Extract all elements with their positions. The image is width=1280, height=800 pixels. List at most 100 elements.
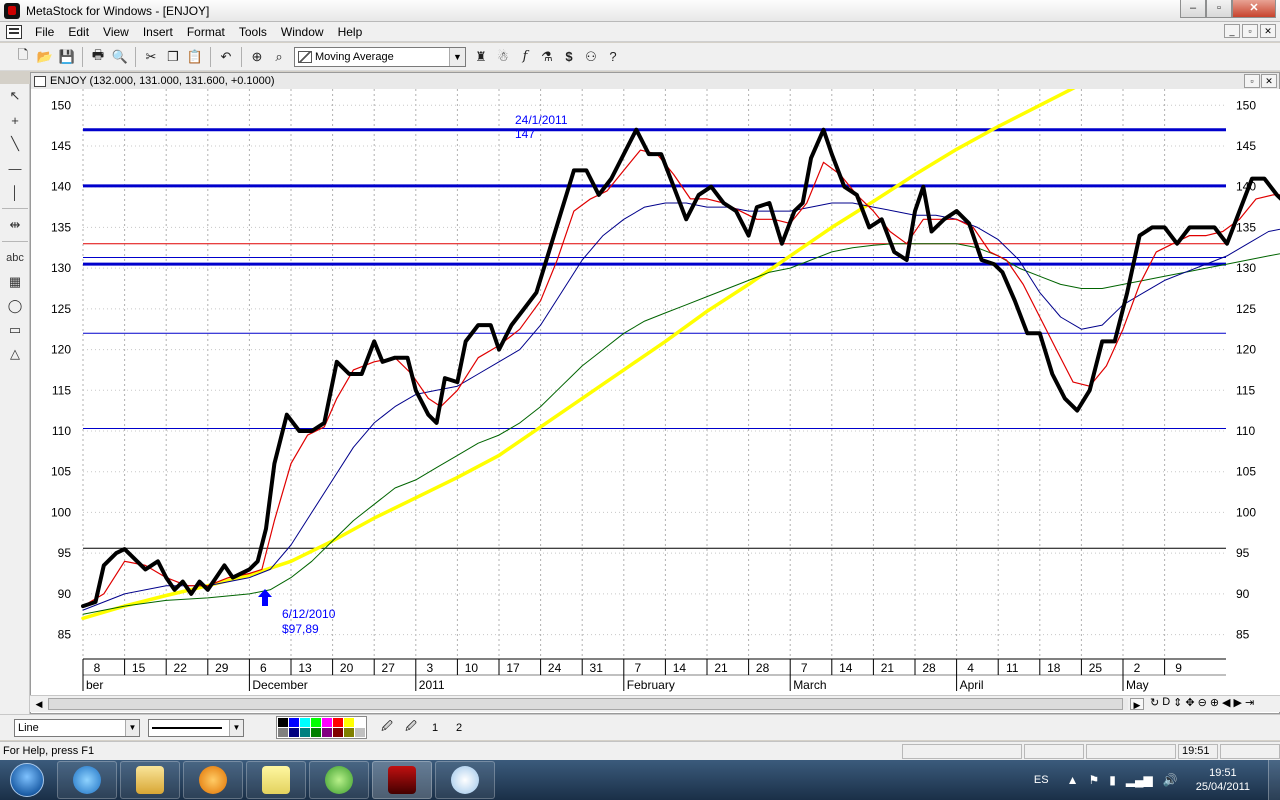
taskbar-paint[interactable] xyxy=(435,761,495,799)
color-swatch[interactable] xyxy=(311,728,321,737)
scroll-left-icon[interactable]: ◀ xyxy=(32,698,46,710)
nav-last-icon[interactable]: ⇥ xyxy=(1245,696,1254,709)
chart-close-button[interactable]: ✕ xyxy=(1261,74,1277,88)
mdi-minimize-button[interactable]: _ xyxy=(1224,24,1240,38)
line-type-select[interactable]: Line ▼ xyxy=(14,718,140,737)
chart-restore-button[interactable]: ▫ xyxy=(1244,74,1260,88)
nav-right-icon[interactable]: ▶ xyxy=(1234,696,1242,709)
taskbar-internet-explorer[interactable] xyxy=(57,761,117,799)
color-swatch[interactable] xyxy=(322,718,332,727)
grid-icon[interactable]: ▦ xyxy=(0,270,30,294)
color-swatch[interactable] xyxy=(322,728,332,737)
scroll-right-icon[interactable]: ▶ xyxy=(1130,698,1144,710)
action-center-icon[interactable]: ⚑ xyxy=(1088,773,1099,787)
menu-format[interactable]: Format xyxy=(180,22,232,42)
rectangle-icon[interactable]: ▭ xyxy=(0,318,30,342)
mdi-close-button[interactable]: ✕ xyxy=(1260,24,1276,38)
line-style-select[interactable]: ▼ xyxy=(148,718,244,737)
color-swatch[interactable] xyxy=(311,718,321,727)
start-button[interactable] xyxy=(0,760,54,800)
chevron-down-icon[interactable]: ▼ xyxy=(229,719,243,736)
indicator-select[interactable]: Moving Average ▼ xyxy=(294,46,466,67)
close-button[interactable]: ✕ xyxy=(1232,0,1276,18)
paste-icon[interactable]: 📋 xyxy=(184,46,206,68)
zoom-icon[interactable]: ⌕ xyxy=(268,46,290,68)
expert-advisor-icon[interactable]: ☃ xyxy=(492,46,514,68)
fx-icon[interactable]: f xyxy=(514,46,536,68)
taskbar-explorer[interactable] xyxy=(120,761,180,799)
text-tool-icon[interactable]: abc xyxy=(0,246,30,270)
volume-icon[interactable]: 🔊 xyxy=(1163,773,1178,787)
help-pointer-icon[interactable]: ? xyxy=(602,46,624,68)
show-hidden-icons-icon[interactable]: ▲ xyxy=(1067,773,1079,787)
format-object-icon[interactable]: 🖉 xyxy=(377,719,397,737)
mdi-restore-button[interactable]: ▫ xyxy=(1242,24,1258,38)
taskbar-sticky-notes[interactable] xyxy=(246,761,306,799)
color-swatch[interactable] xyxy=(289,718,299,727)
triangle-icon[interactable]: △ xyxy=(0,342,30,366)
style-1-icon[interactable]: 1 xyxy=(425,719,445,737)
document-menu-icon[interactable] xyxy=(6,24,22,39)
maximize-button[interactable]: ▫ xyxy=(1206,0,1232,18)
pan-icon[interactable]: ✥ xyxy=(1185,696,1194,709)
menu-view[interactable]: View xyxy=(96,22,136,42)
cursor-split-icon[interactable]: ⇹ xyxy=(0,213,30,237)
scroll-icon[interactable]: ⇕ xyxy=(1173,696,1182,709)
power-icon[interactable]: ▮ xyxy=(1109,773,1116,787)
taskbar-metastock[interactable] xyxy=(372,761,432,799)
print-icon[interactable]: 🖶 xyxy=(87,46,109,68)
color-swatch[interactable] xyxy=(333,718,343,727)
print-preview-icon[interactable]: 🔍 xyxy=(109,46,131,68)
minimize-button[interactable]: – xyxy=(1180,0,1206,18)
new-icon[interactable]: 🗋 xyxy=(12,46,34,68)
color-swatch[interactable] xyxy=(300,718,310,727)
save-icon[interactable]: 💾 xyxy=(56,46,78,68)
menu-insert[interactable]: Insert xyxy=(136,22,180,42)
color-swatch[interactable] xyxy=(300,728,310,737)
nav-left-icon[interactable]: ◀ xyxy=(1222,696,1230,709)
color-swatch[interactable] xyxy=(278,728,288,737)
menu-file[interactable]: File xyxy=(28,22,61,42)
system-clock[interactable]: 19:51 25/04/2011 xyxy=(1196,766,1250,794)
color-swatch[interactable] xyxy=(355,718,365,727)
color-swatch[interactable] xyxy=(344,718,354,727)
cut-icon[interactable]: ✂ xyxy=(140,46,162,68)
zoom-in-icon[interactable]: ⊕ xyxy=(1210,696,1219,709)
zoom-out-icon[interactable]: ⊖ xyxy=(1198,696,1207,709)
chevron-down-icon[interactable]: ▼ xyxy=(449,47,465,66)
chart-window-icon[interactable] xyxy=(34,75,46,87)
date-icon[interactable]: D xyxy=(1162,696,1170,709)
open-icon[interactable]: 📂 xyxy=(34,46,56,68)
menu-tools[interactable]: Tools xyxy=(232,22,274,42)
scrollbar-thumb[interactable] xyxy=(48,698,1123,710)
metastock-app-icon[interactable] xyxy=(4,2,20,19)
menu-help[interactable]: Help xyxy=(331,22,370,42)
style-2-icon[interactable]: 2 xyxy=(449,719,469,737)
color-swatch[interactable] xyxy=(278,718,288,727)
apply-format-icon[interactable]: 🖉 xyxy=(401,719,421,737)
crosshair-tool-icon[interactable]: + xyxy=(0,108,30,132)
explorer-icon[interactable]: ⚇ xyxy=(580,46,602,68)
menu-window[interactable]: Window xyxy=(274,22,331,42)
horizontal-line-icon[interactable]: — xyxy=(0,156,30,180)
taskbar-media-player[interactable] xyxy=(183,761,243,799)
horizontal-scrollbar[interactable] xyxy=(48,698,1128,710)
trendline-icon[interactable]: ╲ xyxy=(0,132,30,156)
vertical-line-icon[interactable]: │ xyxy=(0,180,30,204)
copy-icon[interactable]: ❐ xyxy=(162,46,184,68)
color-swatch[interactable] xyxy=(289,728,299,737)
ellipse-icon[interactable]: ◯ xyxy=(0,294,30,318)
dollar-icon[interactable]: $ xyxy=(558,46,580,68)
taskbar-messenger[interactable] xyxy=(309,761,369,799)
color-swatch[interactable] xyxy=(333,728,343,737)
show-desktop-button[interactable] xyxy=(1268,760,1280,800)
chevron-down-icon[interactable]: ▼ xyxy=(125,719,139,736)
menu-edit[interactable]: Edit xyxy=(61,22,96,42)
language-indicator[interactable]: ES xyxy=(1034,774,1049,786)
color-swatch[interactable] xyxy=(344,728,354,737)
network-icon[interactable]: ▂▄▆ xyxy=(1126,773,1153,787)
pointer-icon[interactable]: ↖ xyxy=(0,84,30,108)
price-chart[interactable]: 85 85 90 90 95 95 100 100 105 105 110 110 115 115 120 1… xyxy=(31,89,1280,711)
indicator-builder-icon[interactable]: ♜ xyxy=(470,46,492,68)
refresh-icon[interactable]: ↻ xyxy=(1150,696,1159,709)
